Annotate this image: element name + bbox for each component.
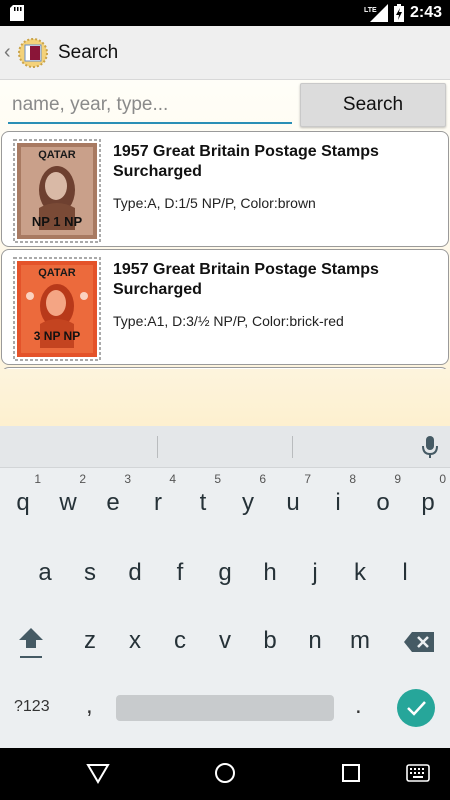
stamp-title: 1957 Great Britain Postage Stamps Surcha… [113,143,379,180]
back-triangle-icon[interactable] [86,762,110,784]
key-v[interactable]: v [205,627,245,655]
key-r[interactable]: 4r [138,472,178,517]
key-d[interactable]: d [115,559,155,587]
key-m[interactable]: m [340,627,380,655]
battery-charging-icon [393,4,404,22]
enter-check-icon[interactable] [397,689,435,727]
results-list[interactable]: QATAR NP 1 NP 1957 Great Britain Postage… [0,131,450,369]
clock: 2:43 [409,4,442,21]
key-label: i [335,489,341,516]
search-input[interactable] [8,88,292,124]
key-label: y [242,489,254,516]
svg-text:LTE: LTE [364,7,377,14]
key-g[interactable]: g [205,559,245,587]
key-hint: 5 [214,472,221,486]
key-hint: 7 [304,472,311,486]
key-label: o [376,489,390,516]
key-k[interactable]: k [340,559,380,587]
key-e[interactable]: 3e [93,472,133,517]
svg-text:NP 1 NP: NP 1 NP [32,214,83,229]
period-key[interactable]: . [355,692,362,720]
svg-text:3 NP NP: 3 NP NP [34,329,80,343]
backspace-icon[interactable] [404,632,434,652]
key-u[interactable]: 7u [273,472,313,517]
mic-icon[interactable] [420,435,440,459]
list-item[interactable]: QATAR NP 1 NP 1957 Great Britain Postage… [1,131,449,247]
key-h[interactable]: h [250,559,290,587]
search-button[interactable]: Search [300,83,446,127]
key-hint: 4 [169,472,176,486]
app-logo[interactable] [18,37,48,68]
sd-card-icon [10,5,24,21]
key-hint: 1 [34,472,41,486]
svg-text:QATAR: QATAR [38,267,76,279]
key-label: t [199,489,207,516]
soft-keyboard: ?123 , . 1q2w3e4r5t6y7u8i9o0pasdfghjklzx… [0,426,450,748]
stamp-title: 1957 Great Britain Postage Stamps Surcha… [113,261,379,298]
key-l[interactable]: l [385,559,425,587]
list-item[interactable] [1,367,449,369]
key-p[interactable]: 0p [408,472,448,517]
key-y[interactable]: 6y [228,472,268,517]
suggestion-strip[interactable] [0,426,450,468]
key-c[interactable]: c [160,627,200,655]
stamp-details: Type:A1, D:3/½ NP/P, Color:brick-red [113,313,344,329]
key-f[interactable]: f [160,559,200,587]
divider [292,436,293,458]
key-hint: 9 [394,472,401,486]
key-label: r [154,489,162,516]
key-b[interactable]: b [250,627,290,655]
key-o[interactable]: 9o [363,472,403,517]
list-item[interactable]: QATAR 3 NP NP 1957 Great Britain Postage… [1,249,449,365]
key-j[interactable]: j [295,559,335,587]
symbols-key[interactable]: ?123 [14,698,50,716]
key-x[interactable]: x [115,627,155,655]
key-q[interactable]: 1q [3,472,43,517]
key-a[interactable]: a [25,559,65,587]
key-t[interactable]: 5t [183,472,223,517]
chevron-left-icon[interactable]: ‹ [4,41,16,64]
key-z[interactable]: z [70,627,110,655]
svg-text:QATAR: QATAR [38,149,76,161]
recents-square-icon[interactable] [342,764,360,782]
key-label: p [421,489,435,516]
key-n[interactable]: n [295,627,335,655]
key-hint: 2 [79,472,86,486]
key-hint: 6 [259,472,266,486]
search-row: Search [0,80,450,130]
content-area: Search QATAR NP 1 NP 1957 Great Britain … [0,80,450,426]
key-label: u [286,489,300,516]
app-bar: ‹ Search [0,26,450,80]
divider [157,436,158,458]
key-label: e [106,489,120,516]
stamp-image: QATAR 3 NP NP [12,256,102,362]
key-label: w [59,489,77,516]
comma-key[interactable]: , [86,692,93,720]
page-title: Search [58,41,119,63]
key-hint: 3 [124,472,131,486]
key-w[interactable]: 2w [48,472,88,517]
stamp-image: QATAR NP 1 NP [12,138,102,244]
key-s[interactable]: s [70,559,110,587]
home-circle-icon[interactable] [214,762,236,784]
key-label: q [16,489,30,516]
key-hint: 8 [349,472,356,486]
status-bar: LTE 2:43 [0,0,450,26]
key-i[interactable]: 8i [318,472,358,517]
stamp-details: Type:A, D:1/5 NP/P, Color:brown [113,195,316,211]
shift-icon[interactable] [18,626,44,660]
space-bar[interactable] [116,695,334,721]
lte-signal-icon: LTE [364,4,388,22]
key-hint: 0 [439,472,446,486]
keyboard-switch-icon[interactable] [406,764,430,782]
navigation-bar [0,748,450,800]
